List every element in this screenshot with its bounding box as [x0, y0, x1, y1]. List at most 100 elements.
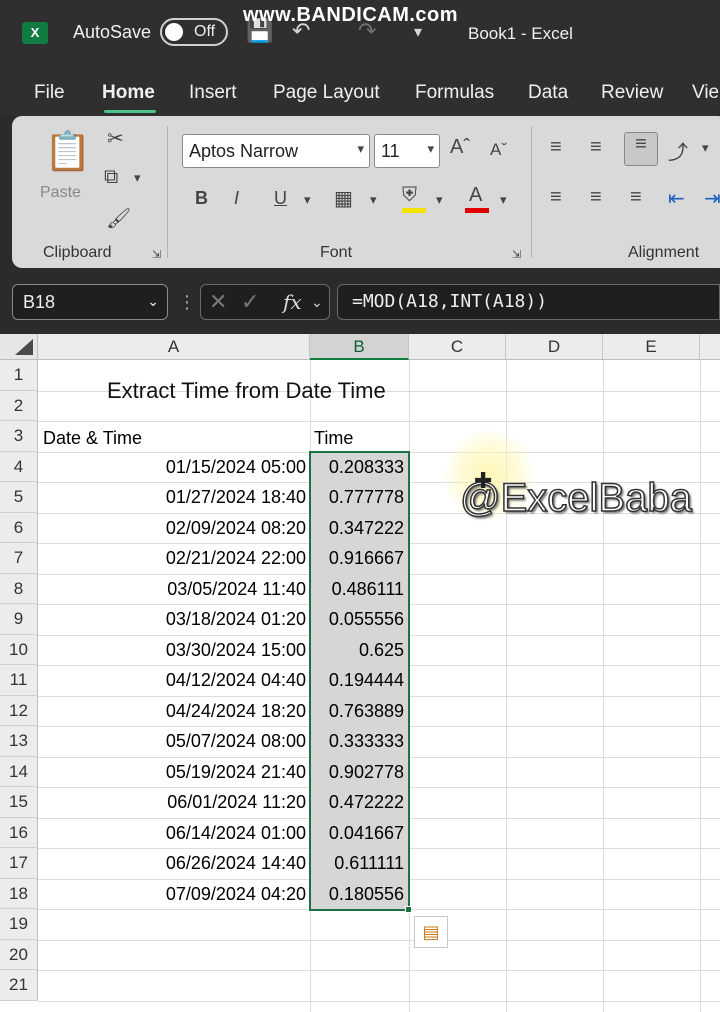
column-header-c[interactable]: C: [409, 334, 506, 360]
more-options-icon[interactable]: ⋮: [178, 292, 196, 313]
underline-dropdown-icon[interactable]: ▾: [304, 192, 311, 208]
cell-date-time[interactable]: 03/30/2024 15:00: [40, 640, 306, 661]
cell-date-time[interactable]: 05/07/2024 08:00: [40, 731, 306, 752]
font-size-select[interactable]: 11 ▾: [374, 134, 440, 168]
quick-analysis-icon[interactable]: ▤: [414, 916, 448, 948]
row-header[interactable]: 8: [0, 573, 38, 604]
font-color-icon[interactable]: A: [469, 184, 482, 207]
align-right-icon[interactable]: ≡: [630, 186, 642, 209]
cell-time[interactable]: 0.916667: [312, 548, 404, 569]
decrease-indent-icon[interactable]: ⇤: [668, 186, 685, 211]
cell-time[interactable]: 0.180556: [312, 884, 404, 905]
cell-date-time[interactable]: 02/21/2024 22:00: [40, 548, 306, 569]
row-header[interactable]: 13: [0, 726, 38, 757]
column-header-a[interactable]: A: [38, 334, 310, 360]
cell-time[interactable]: 0.347222: [312, 518, 404, 539]
cell-time[interactable]: 0.763889: [312, 701, 404, 722]
increase-indent-icon[interactable]: ⇥: [704, 186, 720, 211]
row-header[interactable]: 11: [0, 665, 38, 696]
insert-function-button[interactable]: fx: [283, 290, 302, 314]
cell-time[interactable]: 0.611111: [312, 853, 404, 874]
row-header[interactable]: 2: [0, 390, 38, 421]
cell-date-time[interactable]: 01/15/2024 05:00: [40, 457, 306, 478]
sheet-title[interactable]: Extract Time from Date Time: [107, 378, 386, 404]
tab-home[interactable]: Home: [102, 82, 155, 104]
row-header[interactable]: 18: [0, 878, 38, 909]
cell-time[interactable]: 0.208333: [312, 457, 404, 478]
copy-dropdown-icon[interactable]: ▾: [134, 170, 141, 186]
row-header[interactable]: 7: [0, 543, 38, 574]
enter-icon[interactable]: ✓: [241, 289, 259, 315]
row-header[interactable]: 3: [0, 421, 38, 452]
fill-handle[interactable]: [405, 906, 412, 913]
decrease-font-icon[interactable]: Aˇ: [490, 140, 507, 160]
paste-label[interactable]: Paste: [40, 184, 81, 202]
autosave-toggle[interactable]: Off: [160, 18, 228, 46]
tab-data[interactable]: Data: [528, 82, 568, 104]
row-header[interactable]: 15: [0, 787, 38, 818]
paste-icon[interactable]: 📋: [44, 130, 91, 174]
cell-time[interactable]: 0.486111: [312, 579, 404, 600]
align-middle-icon[interactable]: ≡: [590, 136, 602, 159]
row-header[interactable]: 1: [0, 360, 38, 391]
cell-date-time[interactable]: 02/09/2024 08:20: [40, 518, 306, 539]
row-header[interactable]: 14: [0, 756, 38, 787]
cell-date-time[interactable]: 01/27/2024 18:40: [40, 487, 306, 508]
row-header[interactable]: 21: [0, 970, 38, 1001]
align-left-icon[interactable]: ≡: [550, 186, 562, 209]
font-name-select[interactable]: Aptos Narrow ▾: [182, 134, 370, 168]
cell-time[interactable]: 0.902778: [312, 762, 404, 783]
orientation-dropdown-icon[interactable]: ▾: [702, 140, 709, 156]
italic-button[interactable]: I: [234, 188, 239, 209]
row-header[interactable]: 9: [0, 604, 38, 635]
column-header-b[interactable]: B: [310, 334, 409, 360]
align-bottom-icon[interactable]: ≡: [624, 132, 658, 166]
tab-review[interactable]: Review: [601, 82, 663, 104]
row-header[interactable]: 17: [0, 848, 38, 879]
fill-dropdown-icon[interactable]: ▾: [436, 192, 443, 208]
cell-time[interactable]: 0.194444: [312, 670, 404, 691]
tab-page-layout[interactable]: Page Layout: [273, 82, 380, 104]
row-header[interactable]: 4: [0, 451, 38, 482]
cell-date-time[interactable]: 04/12/2024 04:40: [40, 670, 306, 691]
borders-dropdown-icon[interactable]: ▾: [370, 192, 377, 208]
cell-time[interactable]: 0.333333: [312, 731, 404, 752]
fill-color-icon[interactable]: ⛨: [402, 184, 417, 207]
column-header-d[interactable]: D: [506, 334, 603, 360]
cell-date-time[interactable]: 03/18/2024 01:20: [40, 609, 306, 630]
cut-icon[interactable]: ✂: [107, 126, 124, 151]
cell-date-time[interactable]: 04/24/2024 18:20: [40, 701, 306, 722]
row-header[interactable]: 6: [0, 512, 38, 543]
cell-date-time[interactable]: 06/14/2024 01:00: [40, 823, 306, 844]
cell-date-time[interactable]: 06/26/2024 14:40: [40, 853, 306, 874]
borders-icon[interactable]: ▦: [334, 186, 353, 211]
header-time[interactable]: Time: [314, 428, 353, 449]
cell-time[interactable]: 0.041667: [312, 823, 404, 844]
tab-file[interactable]: File: [34, 82, 65, 104]
tab-formulas[interactable]: Formulas: [415, 82, 494, 104]
header-date-time[interactable]: Date & Time: [43, 428, 142, 449]
column-header-e[interactable]: E: [603, 334, 700, 360]
font-color-dropdown-icon[interactable]: ▾: [500, 192, 507, 208]
cell-date-time[interactable]: 05/19/2024 21:40: [40, 762, 306, 783]
name-box[interactable]: B18 ⌄: [12, 284, 168, 320]
row-header[interactable]: 16: [0, 817, 38, 848]
align-center-icon[interactable]: ≡: [590, 186, 602, 209]
cell-date-time[interactable]: 06/01/2024 11:20: [40, 792, 306, 813]
column-header-f[interactable]: [700, 334, 720, 360]
tab-view[interactable]: Vie: [692, 82, 719, 104]
cell-date-time[interactable]: 03/05/2024 11:40: [40, 579, 306, 600]
select-all-corner[interactable]: [0, 334, 38, 360]
cell-time[interactable]: 0.777778: [312, 487, 404, 508]
cell-time[interactable]: 0.055556: [312, 609, 404, 630]
row-header[interactable]: 5: [0, 482, 38, 513]
font-launcher-icon[interactable]: ⇲: [512, 248, 521, 261]
formula-input[interactable]: =MOD(A18,INT(A18)): [337, 284, 720, 320]
clipboard-launcher-icon[interactable]: ⇲: [152, 248, 161, 261]
cell-time[interactable]: 0.472222: [312, 792, 404, 813]
bold-button[interactable]: B: [195, 188, 208, 209]
orientation-icon[interactable]: ⤴: [668, 136, 688, 165]
underline-button[interactable]: U: [274, 188, 287, 209]
row-header[interactable]: 10: [0, 634, 38, 665]
cell-time[interactable]: 0.625: [312, 640, 404, 661]
